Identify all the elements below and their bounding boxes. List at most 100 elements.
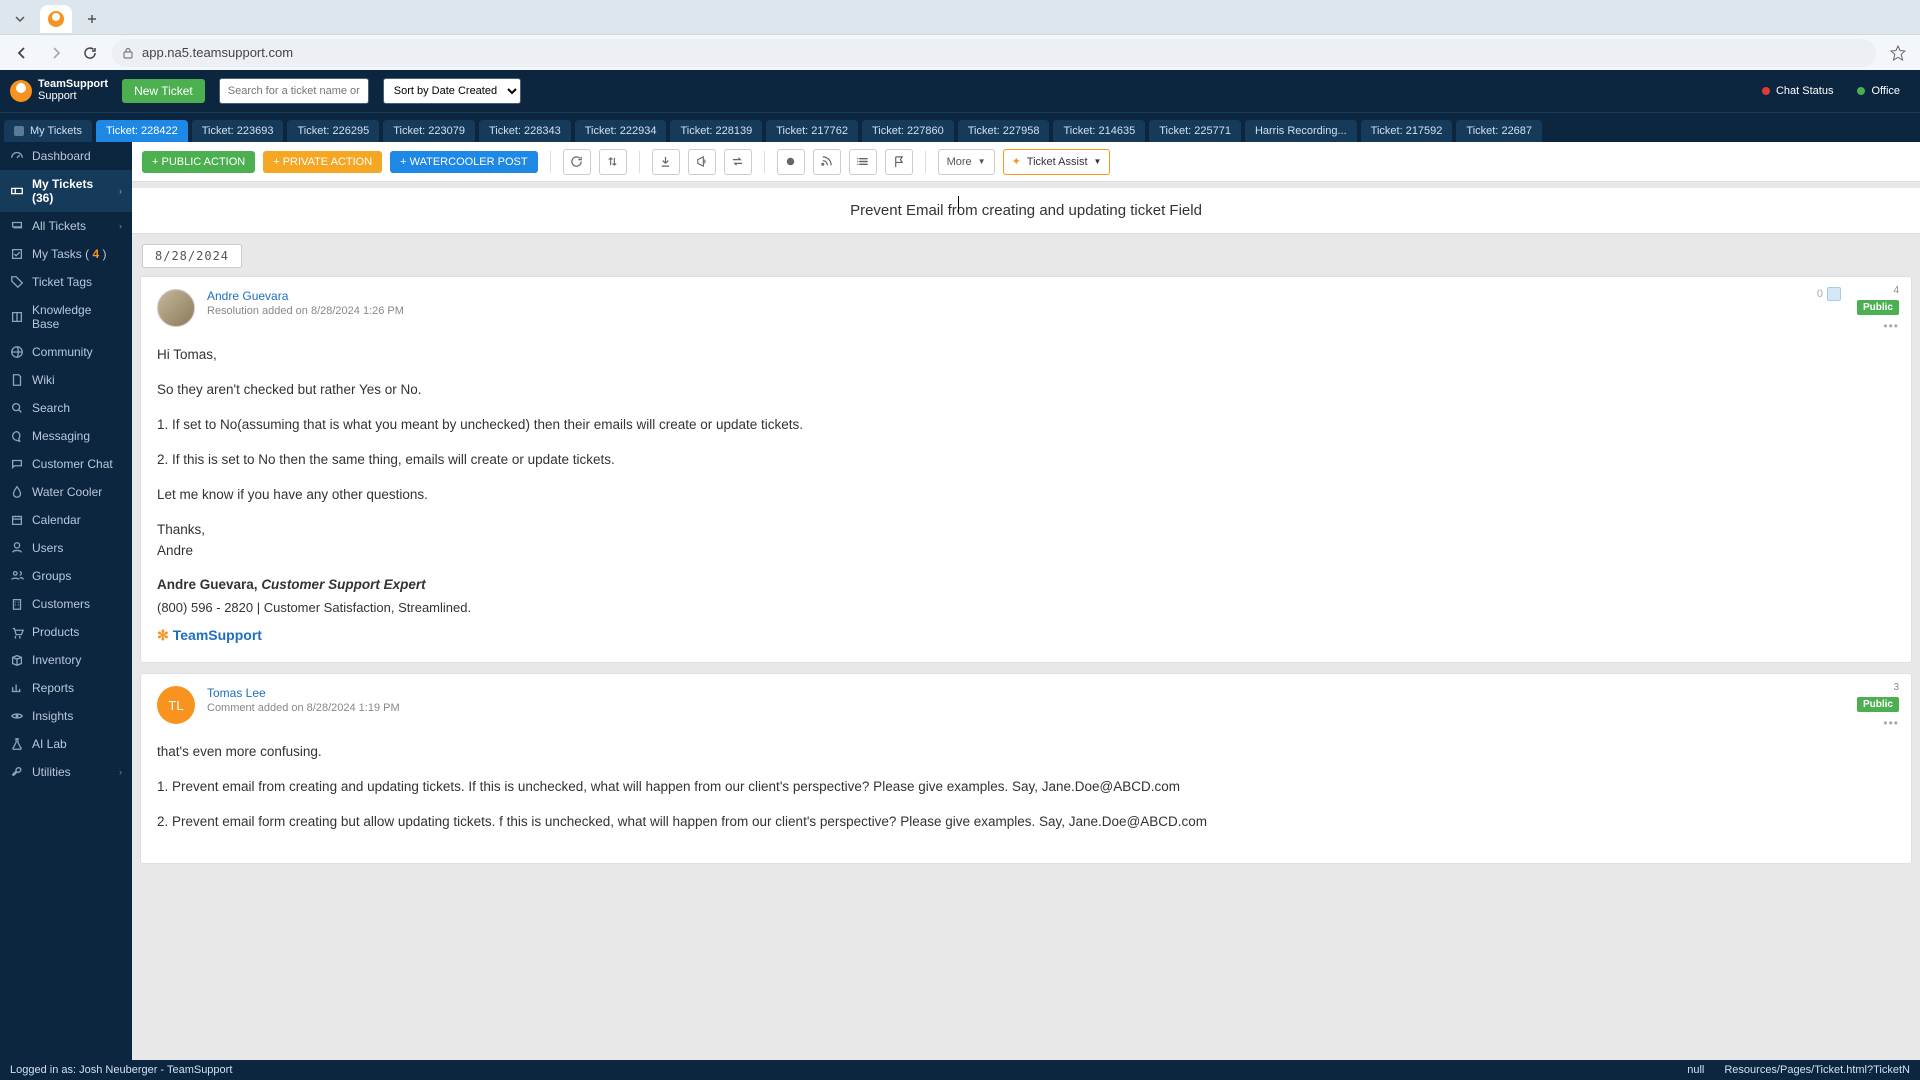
ticket-tab[interactable]: Ticket: 228343 — [479, 120, 571, 142]
bookmark-star-icon[interactable] — [1886, 41, 1910, 65]
sort-select[interactable]: Sort by Date Created — [383, 78, 521, 104]
sidebar-item[interactable]: Wiki — [0, 366, 132, 394]
ticket-tab[interactable]: Ticket: 22687 — [1456, 120, 1542, 142]
avatar[interactable]: TL — [157, 686, 195, 724]
sidebar-item[interactable]: Customers — [0, 590, 132, 618]
broadcast-icon[interactable] — [688, 149, 716, 175]
sidebar-item[interactable]: Products — [0, 618, 132, 646]
ticket-tab[interactable]: Ticket: 227958 — [958, 120, 1050, 142]
download-icon[interactable] — [652, 149, 680, 175]
sidebar-item[interactable]: Groups — [0, 562, 132, 590]
ticket-tab[interactable]: Ticket: 228422 — [96, 120, 188, 142]
sidebar-nav: DashboardMy Tickets (36)›All Tickets› My … — [0, 142, 132, 1060]
tab-label: Ticket: 217762 — [776, 125, 848, 137]
ticket-tab[interactable]: My Tickets — [4, 120, 92, 142]
site-info-icon — [122, 47, 134, 59]
ticket-tab[interactable]: Ticket: 226295 — [287, 120, 379, 142]
new-ticket-button[interactable]: New Ticket — [122, 79, 205, 103]
sidebar-item[interactable]: Search — [0, 394, 132, 422]
address-bar[interactable]: app.na5.teamsupport.com — [112, 39, 1876, 67]
browser-tab-active[interactable] — [40, 5, 72, 33]
watercooler-post-button[interactable]: + WATERCOOLER POST — [390, 151, 537, 173]
tab-label: Ticket: 22687 — [1466, 125, 1532, 137]
ticket-tab[interactable]: Harris Recording... — [1245, 120, 1357, 142]
flag-icon[interactable] — [885, 149, 913, 175]
sidebar-item-label: Search — [32, 401, 70, 415]
sidebar-item[interactable]: Users — [0, 534, 132, 562]
reload-button[interactable] — [78, 41, 102, 65]
back-button[interactable] — [10, 41, 34, 65]
logo-text: TeamSupport Support — [38, 79, 108, 102]
ticket-title-input[interactable]: Prevent Email from creating and updating… — [132, 188, 1920, 234]
ticket-tab[interactable]: Ticket: 225771 — [1149, 120, 1241, 142]
sidebar-item[interactable]: Water Cooler — [0, 478, 132, 506]
ticket-tab[interactable]: Ticket: 223693 — [192, 120, 284, 142]
record-icon[interactable] — [777, 149, 805, 175]
avatar[interactable] — [157, 289, 195, 327]
sidebar-item[interactable]: Customer Chat — [0, 450, 132, 478]
ticket-assist-dropdown[interactable]: ✦ Ticket Assist ▼ — [1003, 149, 1111, 175]
sidebar-item[interactable]: Ticket Tags — [0, 268, 132, 296]
rss-icon[interactable] — [813, 149, 841, 175]
message-menu-icon[interactable]: ••• — [1883, 319, 1899, 333]
ticket-tab[interactable]: Ticket: 223079 — [383, 120, 475, 142]
brand-logo[interactable]: TeamSupport Support — [10, 79, 108, 102]
sidebar-item[interactable]: Community — [0, 338, 132, 366]
transfer-icon[interactable] — [724, 149, 752, 175]
sidebar-item-label: Inventory — [32, 653, 81, 667]
author-link[interactable]: Andre Guevara — [207, 289, 404, 303]
more-dropdown[interactable]: More ▼ — [938, 149, 995, 175]
chat-status[interactable]: Chat Status — [1762, 85, 1833, 97]
sort-arrows-icon[interactable] — [599, 149, 627, 175]
sidebar-item[interactable]: AI Lab — [0, 730, 132, 758]
check-icon — [10, 247, 24, 261]
ticket-tab[interactable]: Ticket: 214635 — [1053, 120, 1145, 142]
users-icon — [10, 569, 24, 583]
message-body: that's even more confusing.1. Prevent em… — [157, 742, 1895, 833]
sidebar-item[interactable]: All Tickets› — [0, 212, 132, 240]
ticket-tab[interactable]: Ticket: 228139 — [670, 120, 762, 142]
ticket-tab[interactable]: Ticket: 217592 — [1361, 120, 1453, 142]
status-bar: Logged in as: Josh Neuberger - TeamSuppo… — [0, 1060, 1920, 1080]
sidebar-item[interactable]: Dashboard — [0, 142, 132, 170]
ticket-search-input[interactable] — [219, 78, 369, 104]
sidebar-item[interactable]: Calendar — [0, 506, 132, 534]
sidebar-item[interactable]: Knowledge Base — [0, 296, 132, 338]
public-action-button[interactable]: + PUBLIC ACTION — [142, 151, 255, 173]
sidebar-item[interactable]: Insights — [0, 702, 132, 730]
ticket-tab[interactable]: Ticket: 227860 — [862, 120, 954, 142]
sidebar-item-label: Insights — [32, 709, 73, 723]
chat-icon — [10, 429, 24, 443]
sidebar-item[interactable]: Inventory — [0, 646, 132, 674]
tab-dropdown-icon[interactable] — [8, 7, 32, 31]
private-action-button[interactable]: + PRIVATE ACTION — [263, 151, 382, 173]
signature-logo: ✻TeamSupport — [157, 625, 262, 647]
sidebar-item-label: My Tasks ( 4 ) — [32, 247, 106, 261]
sidebar-item-label: Reports — [32, 681, 74, 695]
globe-icon — [10, 345, 24, 359]
new-tab-button[interactable] — [80, 7, 104, 31]
office-status[interactable]: Office — [1857, 85, 1900, 97]
list-icon[interactable] — [849, 149, 877, 175]
author-link[interactable]: Tomas Lee — [207, 686, 400, 700]
sidebar-item[interactable]: Messaging — [0, 422, 132, 450]
like-icon[interactable] — [1827, 287, 1841, 301]
sidebar-item[interactable]: Reports — [0, 674, 132, 702]
sidebar-item[interactable]: Utilities› — [0, 758, 132, 786]
message-card: Andre GuevaraResolution added on 8/28/20… — [140, 276, 1912, 663]
sidebar-item[interactable]: My Tickets (36)› — [0, 170, 132, 212]
message-menu-icon[interactable]: ••• — [1883, 716, 1899, 730]
refresh-icon[interactable] — [563, 149, 591, 175]
ticket-tab[interactable]: Ticket: 217762 — [766, 120, 858, 142]
forward-button[interactable] — [44, 41, 68, 65]
message-body: Hi Tomas,So they aren't checked but rath… — [157, 345, 1895, 646]
message-card: TLTomas LeeComment added on 8/28/2024 1:… — [140, 673, 1912, 864]
sidebar-item[interactable]: My Tasks ( 4 ) — [0, 240, 132, 268]
logged-in-label: Logged in as: Josh Neuberger - TeamSuppo… — [10, 1064, 232, 1076]
tab-label: Ticket: 228343 — [489, 125, 561, 137]
ticket-tab[interactable]: Ticket: 222934 — [575, 120, 667, 142]
eye-icon — [10, 709, 24, 723]
tag-icon — [10, 275, 24, 289]
drop-icon — [10, 485, 24, 499]
visibility-badge: Public — [1857, 300, 1899, 315]
